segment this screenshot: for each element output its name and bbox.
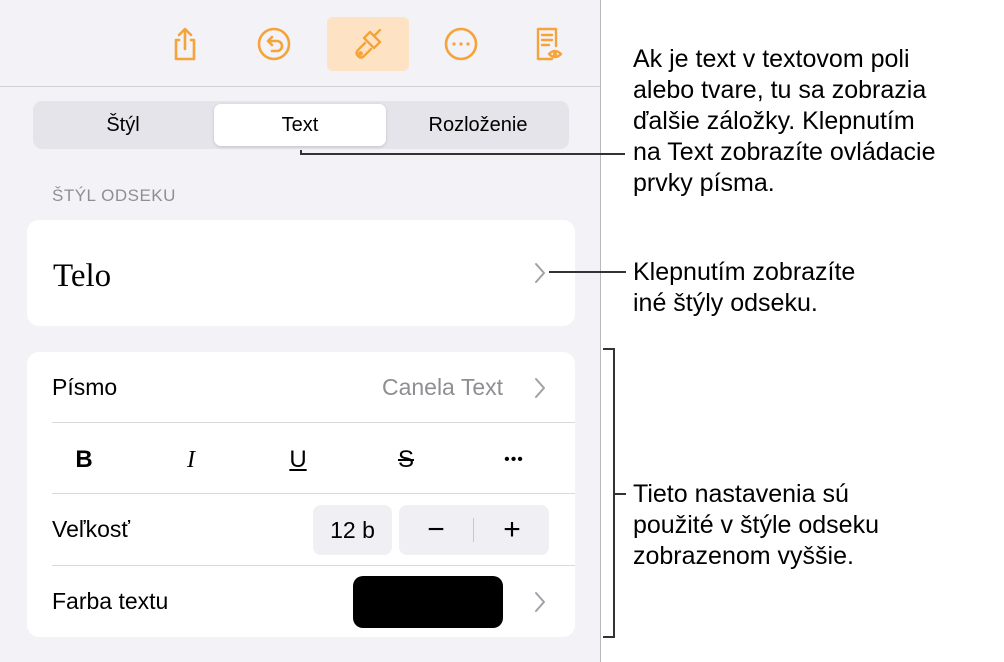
chevron-right-icon (535, 378, 545, 398)
font-row[interactable]: Písmo Canela Text (27, 352, 575, 422)
divider (52, 493, 575, 494)
callout-line-text: zobrazenom vyššie. (633, 542, 854, 570)
text-color-label: Farba textu (52, 588, 169, 614)
callout-line-text: Ak je text v textovom poli (633, 45, 910, 73)
callout-line-text: Klepnutím zobrazíte (633, 258, 856, 286)
undo-icon (257, 27, 291, 61)
size-value-field[interactable]: 12 b (313, 505, 392, 555)
callout-settings: Tieto nastavenia sú použité v štýle odse… (633, 479, 879, 572)
share-button[interactable] (158, 17, 212, 71)
tab-segmented-control: Štýl Text Rozloženie (33, 101, 569, 149)
divider (52, 422, 575, 423)
share-icon (174, 27, 196, 61)
chevron-right-icon (535, 263, 545, 283)
paragraph-style-section-label: ŠTÝL ODSEKU (52, 186, 176, 205)
callout-tabs: Ak je text v textovom poli alebo tvare, … (633, 44, 936, 199)
document-button[interactable] (521, 17, 575, 71)
callout-line-text: použité v štýle odseku (633, 511, 879, 539)
italic-button[interactable]: I (161, 440, 221, 480)
callout-line (549, 271, 626, 273)
font-label: Písmo (52, 374, 118, 400)
format-panel: Štýl Text Rozloženie ŠTÝL ODSEKU Telo Pí… (0, 0, 601, 662)
size-label: Veľkosť (52, 516, 130, 542)
more-icon (444, 27, 478, 61)
more-format-button[interactable]: ••• (484, 440, 544, 480)
callout-line-text: prvky písma. (633, 169, 775, 197)
tab-layout[interactable]: Rozloženie (391, 104, 565, 146)
paragraph-style-name: Telo (53, 258, 112, 294)
chevron-right-icon (535, 592, 545, 612)
callout-line-text: Tieto nastavenia sú (633, 480, 849, 508)
paintbrush-icon (355, 28, 382, 59)
more-button[interactable] (434, 17, 488, 71)
increase-size-button[interactable]: + (475, 505, 549, 555)
text-color-swatch[interactable] (353, 576, 503, 628)
document-icon (536, 27, 563, 61)
size-stepper: − + (399, 505, 549, 555)
callout-line (613, 493, 626, 495)
undo-button[interactable] (247, 17, 301, 71)
callout-bracket (603, 636, 615, 638)
strikethrough-button[interactable]: S (376, 440, 436, 480)
tab-style[interactable]: Štýl (37, 104, 209, 146)
tab-text[interactable]: Text (214, 104, 386, 146)
callout-line-text: ďalšie záložky. Klepnutím (633, 107, 915, 135)
callout-style: Klepnutím zobrazíte iné štýly odseku. (633, 257, 855, 319)
callout-line-text: alebo tvare, tu sa zobrazia (633, 76, 927, 104)
bold-button[interactable]: B (54, 440, 114, 480)
paragraph-style-row[interactable]: Telo (27, 220, 575, 326)
underline-button[interactable]: U (268, 440, 328, 480)
font-value: Canela Text (381, 374, 503, 400)
callout-line-text: iné štýly odseku. (633, 289, 818, 317)
toolbar (0, 0, 600, 87)
callout-line (300, 153, 625, 155)
format-button[interactable] (327, 17, 409, 71)
callout-line-text: na Text zobrazíte ovládacie (633, 138, 936, 166)
font-settings-card: Písmo Canela Text B I U S ••• Veľkosť 12… (27, 352, 575, 637)
decrease-size-button[interactable]: − (399, 505, 473, 555)
stepper-divider (473, 518, 474, 542)
